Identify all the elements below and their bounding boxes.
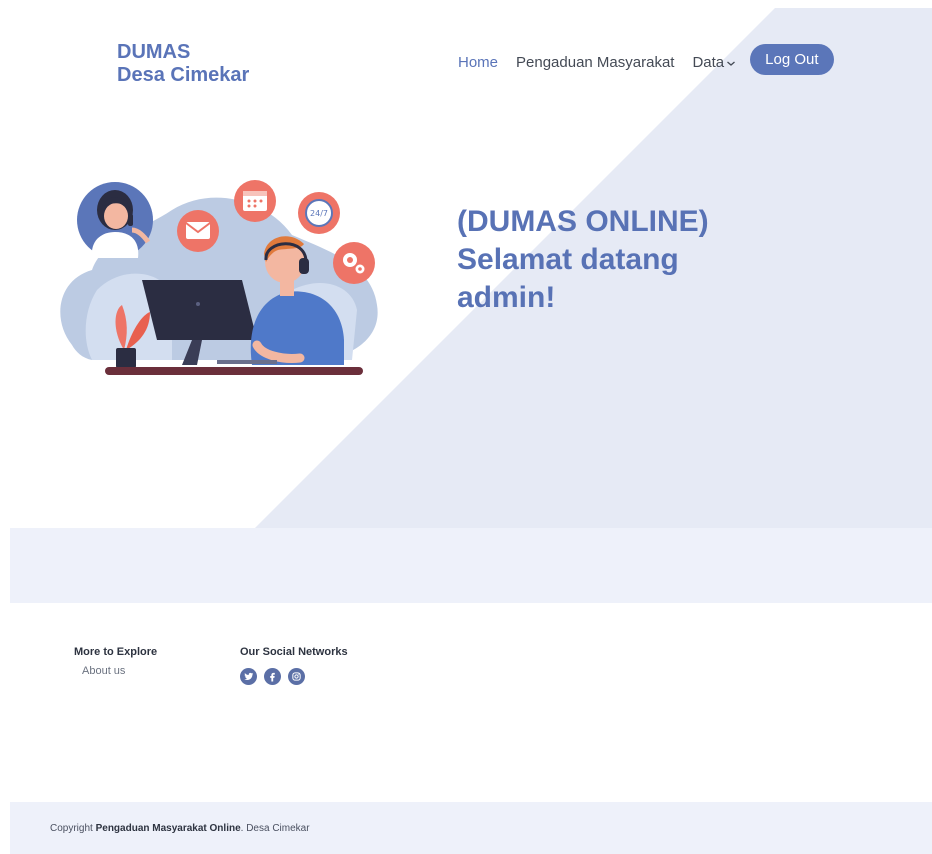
hero-heading: (DUMAS ONLINE) Selamat datang admin! [457, 203, 709, 317]
chevron-down-icon [727, 61, 736, 66]
social-icons [240, 668, 348, 685]
brand-line-2: Desa Cimekar [117, 64, 250, 86]
bottom-bar: Copyright Pengaduan Masyarakat Online. D… [10, 802, 932, 854]
social-title: Our Social Networks [240, 646, 348, 658]
woman-avatar [77, 182, 153, 258]
explore-title: More to Explore [74, 646, 158, 658]
main-nav: Home Pengaduan Masyarakat Data Log Out [458, 44, 834, 75]
calendar-icon [234, 180, 276, 222]
about-us-link[interactable]: About us [82, 665, 157, 677]
copyright-site-name: Pengaduan Masyarakat Online [95, 823, 241, 834]
clock-24-7-icon: 24/7 [298, 192, 340, 234]
nav-data-dropdown[interactable]: Data [692, 54, 736, 71]
hero-heading-line-2: Selamat datang [457, 243, 679, 276]
mail-icon [177, 210, 219, 252]
footer-explore-column: More to Explore About us [74, 646, 157, 677]
page: DUMAS Desa Cimekar Home Pengaduan Masyar… [10, 8, 932, 854]
facebook-icon[interactable] [264, 668, 281, 685]
twitter-icon[interactable] [240, 668, 257, 685]
svg-text:24/7: 24/7 [310, 209, 328, 218]
instagram-icon[interactable] [288, 668, 305, 685]
customer-support-illustration: 24/7 [60, 180, 378, 375]
gear-icon [333, 242, 375, 284]
copyright-suffix: . Desa Cimekar [240, 823, 310, 834]
footer-social-column: Our Social Networks [240, 646, 348, 685]
nav-data-label: Data [692, 54, 725, 71]
nav-complaints[interactable]: Pengaduan Masyarakat [516, 54, 674, 71]
brand-line-1: DUMAS [117, 41, 191, 63]
copyright-text: Copyright Pengaduan Masyarakat Online. D… [50, 823, 310, 834]
desk [105, 367, 363, 375]
logout-button[interactable]: Log Out [750, 44, 834, 75]
hero-section: DUMAS Desa Cimekar Home Pengaduan Masyar… [10, 8, 932, 528]
hero-heading-line-1: (DUMAS ONLINE) [457, 205, 709, 238]
hero-heading-line-3: admin! [457, 281, 556, 314]
divider-band [10, 528, 932, 603]
footer-links: More to Explore About us Our Social Netw… [74, 646, 574, 726]
nav-home[interactable]: Home [458, 54, 498, 71]
brand-logo[interactable]: DUMAS Desa Cimekar [117, 41, 249, 87]
copyright-prefix: Copyright [50, 823, 93, 834]
